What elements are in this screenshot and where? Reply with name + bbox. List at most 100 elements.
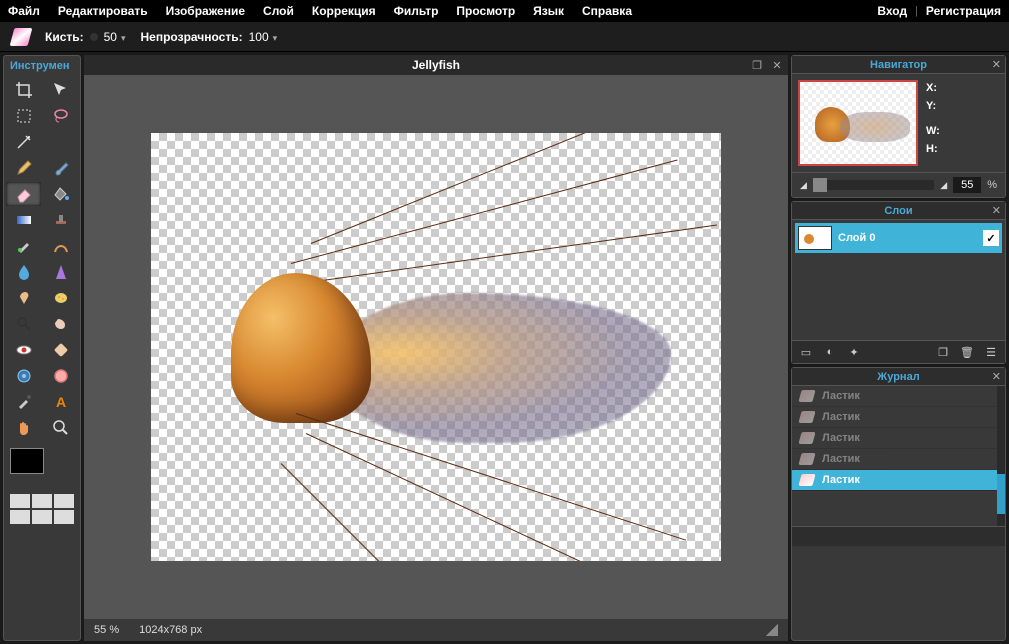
bloat-tool[interactable]: [6, 364, 41, 388]
menu-view[interactable]: Просмотр: [456, 4, 515, 18]
opacity-label: Непрозрачность:: [141, 30, 243, 44]
layer-row[interactable]: Слой 0 ✓: [795, 223, 1002, 253]
eyedropper-tool[interactable]: [6, 390, 41, 414]
history-item[interactable]: Ластик: [792, 449, 1005, 470]
layer-mask-icon[interactable]: ◐: [822, 345, 838, 359]
brush-label: Кисть:: [45, 30, 84, 44]
lasso-tool[interactable]: [43, 104, 78, 128]
maximize-icon[interactable]: ❐: [750, 58, 764, 72]
menu-separator: |: [915, 5, 918, 17]
red-eye-tool[interactable]: [6, 338, 41, 362]
nav-h-label: H:: [926, 141, 940, 159]
brush-preview-icon[interactable]: [90, 33, 98, 41]
canvas-title: Jellyfish: [412, 58, 460, 72]
eraser-tool[interactable]: [6, 182, 41, 206]
nav-y-label: Y:: [926, 98, 940, 116]
resize-handle-icon[interactable]: [766, 624, 778, 636]
move-tool[interactable]: [43, 78, 78, 102]
layers-title: Слои: [884, 205, 912, 217]
menu-adjust[interactable]: Коррекция: [312, 4, 376, 18]
crop-tool[interactable]: [6, 78, 41, 102]
zoom-tool[interactable]: [43, 416, 78, 440]
layer-fx-icon[interactable]: ✦: [846, 345, 862, 359]
login-link[interactable]: Вход: [877, 4, 907, 18]
active-tool-icon: [10, 28, 33, 46]
navigator-close-icon[interactable]: ✕: [992, 58, 1001, 71]
layer-menu-icon[interactable]: ☰: [983, 345, 999, 359]
navigator-title: Навигатор: [870, 59, 927, 71]
gradient-tool[interactable]: [6, 208, 41, 232]
eraser-icon: [798, 474, 815, 486]
menu-help[interactable]: Справка: [582, 4, 632, 18]
sponge-tool[interactable]: [43, 286, 78, 310]
history-close-icon[interactable]: ✕: [992, 370, 1001, 383]
smudge-tool[interactable]: [6, 286, 41, 310]
history-footer: [792, 526, 1005, 546]
sharpen-tool[interactable]: [43, 260, 78, 284]
blur-tool[interactable]: [6, 260, 41, 284]
status-bar: 55 % 1024x768 px: [84, 619, 788, 641]
zoom-in-icon[interactable]: ◢: [940, 180, 947, 191]
paint-bucket-tool[interactable]: [43, 182, 78, 206]
zoom-unit: %: [109, 624, 119, 636]
layers-close-icon[interactable]: ✕: [992, 204, 1001, 217]
menu-edit[interactable]: Редактировать: [58, 4, 148, 18]
menu-layer[interactable]: Слой: [263, 4, 294, 18]
zoom-slider[interactable]: [813, 180, 934, 190]
history-item[interactable]: Ластик: [792, 386, 1005, 407]
menu-filter[interactable]: Фильтр: [394, 4, 439, 18]
layer-delete-icon[interactable]: 🗑: [959, 345, 975, 359]
pinch-tool[interactable]: [43, 364, 78, 388]
layer-settings-icon[interactable]: ▭: [798, 345, 814, 359]
color-replace-tool[interactable]: [6, 234, 41, 258]
marquee-tool[interactable]: [6, 104, 41, 128]
spot-heal-tool[interactable]: [43, 338, 78, 362]
navigator-panel: Навигатор ✕ X: Y: W: H: ◢ ◢: [791, 55, 1006, 198]
hand-tool[interactable]: [6, 416, 41, 440]
zoom-value: 55: [94, 624, 106, 636]
draw-tool[interactable]: [43, 234, 78, 258]
menu-image[interactable]: Изображение: [166, 4, 245, 18]
nav-x-label: X:: [926, 80, 940, 98]
clone-stamp-tool[interactable]: [43, 208, 78, 232]
history-panel: Журнал ✕ Ластик Ластик Ластик Ластик Лас…: [791, 367, 1006, 641]
nav-w-label: W:: [926, 123, 940, 141]
type-tool[interactable]: A: [43, 390, 78, 414]
menu-language[interactable]: Язык: [533, 4, 564, 18]
brush-size-value[interactable]: 50: [104, 30, 126, 44]
canvas-window: Jellyfish ❐ ✕ 55 %: [84, 55, 788, 641]
eraser-icon: [798, 411, 815, 423]
opacity-value[interactable]: 100: [249, 30, 278, 44]
preset-grid[interactable]: [10, 494, 74, 524]
eraser-icon: [798, 390, 815, 402]
pencil-tool[interactable]: [6, 156, 41, 180]
history-item[interactable]: Ластик: [792, 407, 1005, 428]
options-bar: Кисть: 50 Непрозрачность: 100: [0, 22, 1009, 52]
zoom-out-icon[interactable]: ◢: [800, 180, 807, 191]
layers-panel: Слои ✕ Слой 0 ✓ ▭ ◐ ✦ ❐ 🗑 ☰: [791, 201, 1006, 364]
canvas-titlebar[interactable]: Jellyfish ❐ ✕: [84, 55, 788, 75]
canvas-dimensions: 1024x768 px: [139, 624, 202, 636]
history-title: Журнал: [877, 371, 919, 383]
canvas-viewport[interactable]: [84, 75, 788, 619]
menu-file[interactable]: Файл: [8, 4, 40, 18]
close-icon[interactable]: ✕: [770, 58, 784, 72]
nav-zoom-unit: %: [987, 179, 997, 191]
foreground-color[interactable]: [10, 448, 44, 474]
history-scrollbar[interactable]: [997, 386, 1005, 526]
tools-panel: Инструмен A: [3, 55, 81, 641]
history-item[interactable]: Ластик: [792, 428, 1005, 449]
nav-zoom-value[interactable]: 55: [953, 177, 981, 193]
history-item-active[interactable]: Ластик: [792, 470, 1005, 491]
brush-tool[interactable]: [43, 156, 78, 180]
burn-tool[interactable]: [43, 312, 78, 336]
wand-tool[interactable]: [6, 130, 41, 154]
dodge-tool[interactable]: [6, 312, 41, 336]
canvas-image[interactable]: [151, 133, 721, 561]
layer-duplicate-icon[interactable]: ❐: [935, 345, 951, 359]
navigator-thumbnail[interactable]: [798, 80, 918, 166]
color-swatches[interactable]: [10, 448, 74, 484]
layer-name[interactable]: Слой 0: [838, 232, 977, 244]
layer-visibility-checkbox[interactable]: ✓: [983, 230, 999, 246]
register-link[interactable]: Регистрация: [926, 4, 1001, 18]
